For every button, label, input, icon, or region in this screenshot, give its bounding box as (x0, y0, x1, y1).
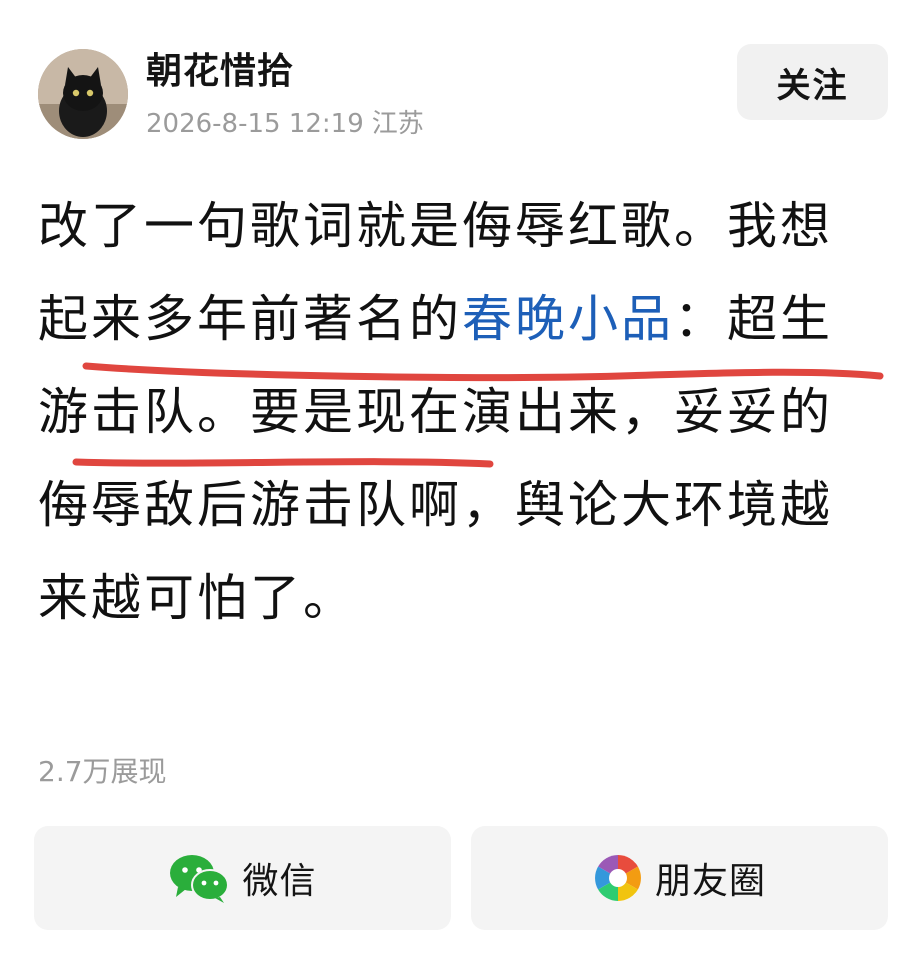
share-wechat-label: 微信 (242, 861, 317, 902)
avatar[interactable] (38, 49, 128, 139)
share-moments-button[interactable]: 朋友圈 (471, 826, 888, 930)
author-name[interactable]: 朝花惜拾 (146, 49, 294, 95)
topic-link[interactable]: 春晚小品 (462, 290, 674, 348)
share-wechat-button[interactable]: 微信 (34, 826, 451, 930)
wechat-icon (170, 855, 230, 903)
post-content: 改了一句歌词就是侮辱红歌。我想起来多年前著名的春晚小品：超生游击队。要是现在演出… (38, 180, 884, 645)
share-moments-label: 朋友圈 (654, 861, 766, 902)
post-date: 2026-8-15 12:19 (146, 109, 364, 139)
cat-avatar-image (38, 49, 128, 139)
view-count: 2.7万展现 (38, 755, 167, 788)
follow-button[interactable]: 关注 (737, 44, 888, 120)
post-meta: 2026-8-15 12:19 江苏 (146, 106, 424, 142)
moments-aperture-icon (594, 855, 641, 901)
post-location: 江苏 (371, 109, 424, 139)
